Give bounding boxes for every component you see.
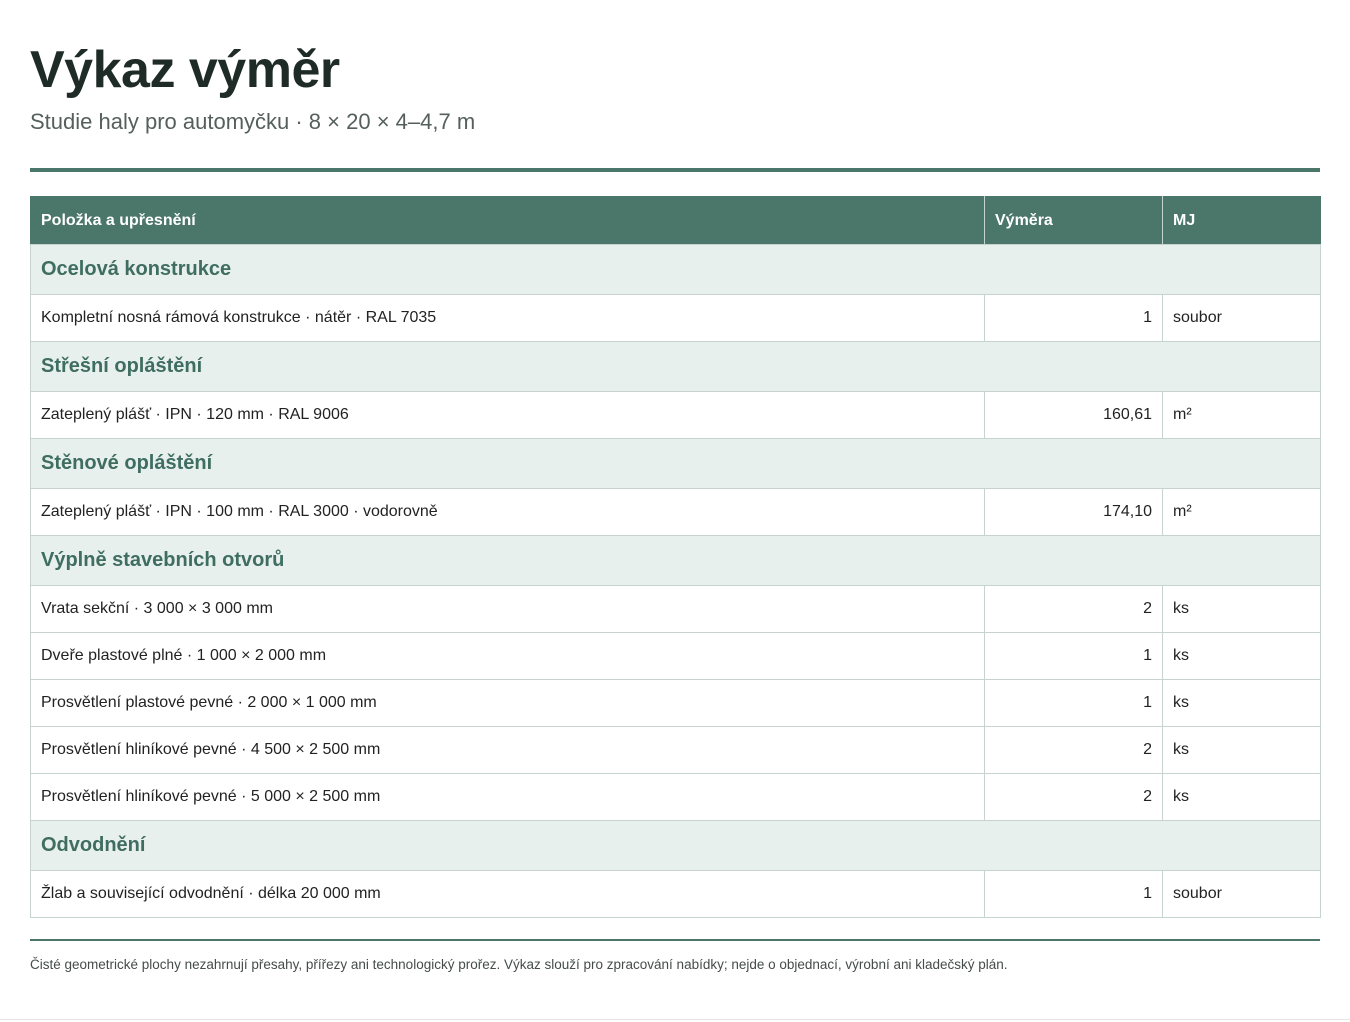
table-row: Vrata sekční · 3 000 × 3 000 mm 2 ks <box>30 585 1321 633</box>
item-description: Vrata sekční · 3 000 × 3 000 mm <box>30 585 985 633</box>
item-description: Dveře plastové plné · 1 000 × 2 000 mm <box>30 632 985 680</box>
item-unit: ks <box>1162 585 1321 633</box>
footnote: Čisté geometrické plochy nezahrnují přes… <box>30 957 1008 972</box>
table-row: Zateplený plášť · IPN · 100 mm · RAL 300… <box>30 488 1321 536</box>
item-unit: soubor <box>1162 870 1321 918</box>
section-row: Odvodnění <box>30 820 1321 871</box>
item-unit: m² <box>1162 488 1321 536</box>
table-row: Zateplený plášť · IPN · 120 mm · RAL 900… <box>30 391 1321 439</box>
item-unit: m² <box>1162 391 1321 439</box>
item-description: Zateplený plášť · IPN · 100 mm · RAL 300… <box>30 488 985 536</box>
item-unit: ks <box>1162 773 1321 821</box>
item-quantity: 1 <box>984 679 1163 727</box>
item-quantity: 2 <box>984 585 1163 633</box>
section-title: Odvodnění <box>30 820 1321 871</box>
bill-of-quantities-table: Položka a upřesnění Výměra MJ Ocelová ko… <box>30 196 1321 918</box>
table-row: Žlab a související odvodnění · délka 20 … <box>30 870 1321 918</box>
table-row: Kompletní nosná rámová konstrukce · nátě… <box>30 294 1321 342</box>
item-description: Prosvětlení plastové pevné · 2 000 × 1 0… <box>30 679 985 727</box>
item-quantity: 1 <box>984 294 1163 342</box>
item-quantity: 1 <box>984 632 1163 680</box>
item-description: Kompletní nosná rámová konstrukce · nátě… <box>30 294 985 342</box>
item-quantity: 174,10 <box>984 488 1163 536</box>
page-title: Výkaz výměr <box>30 41 340 99</box>
item-quantity: 2 <box>984 726 1163 774</box>
table-row: Prosvětlení plastové pevné · 2 000 × 1 0… <box>30 679 1321 727</box>
section-row: Střešní opláštění <box>30 341 1321 392</box>
item-quantity: 1 <box>984 870 1163 918</box>
item-quantity: 2 <box>984 773 1163 821</box>
section-row: Stěnové opláštění <box>30 438 1321 489</box>
table-row: Dveře plastové plné · 1 000 × 2 000 mm 1… <box>30 632 1321 680</box>
column-header-unit: MJ <box>1162 196 1321 245</box>
item-unit: ks <box>1162 679 1321 727</box>
item-description: Prosvětlení hliníkové pevné · 4 500 × 2 … <box>30 726 985 774</box>
section-row: Ocelová konstrukce <box>30 244 1321 295</box>
item-description: Žlab a související odvodnění · délka 20 … <box>30 870 985 918</box>
item-unit: soubor <box>1162 294 1321 342</box>
column-header-quantity: Výměra <box>984 196 1163 245</box>
header-divider <box>30 168 1320 172</box>
section-title: Stěnové opláštění <box>30 438 1321 489</box>
table-header-row: Položka a upřesnění Výměra MJ <box>30 196 1321 245</box>
item-unit: ks <box>1162 726 1321 774</box>
page-bottom-edge <box>0 1019 1350 1020</box>
item-description: Prosvětlení hliníkové pevné · 5 000 × 2 … <box>30 773 985 821</box>
section-title: Střešní opláštění <box>30 341 1321 392</box>
column-header-item: Položka a upřesnění <box>30 196 985 245</box>
section-row: Výplně stavebních otvorů <box>30 535 1321 586</box>
page-subtitle: Studie haly pro automyčku · 8 × 20 × 4–4… <box>30 109 476 134</box>
footer-divider <box>30 939 1320 941</box>
section-title: Ocelová konstrukce <box>30 244 1321 295</box>
item-quantity: 160,61 <box>984 391 1163 439</box>
item-unit: ks <box>1162 632 1321 680</box>
table-row: Prosvětlení hliníkové pevné · 4 500 × 2 … <box>30 726 1321 774</box>
table-row: Prosvětlení hliníkové pevné · 5 000 × 2 … <box>30 773 1321 821</box>
item-description: Zateplený plášť · IPN · 120 mm · RAL 900… <box>30 391 985 439</box>
section-title: Výplně stavebních otvorů <box>30 535 1321 586</box>
